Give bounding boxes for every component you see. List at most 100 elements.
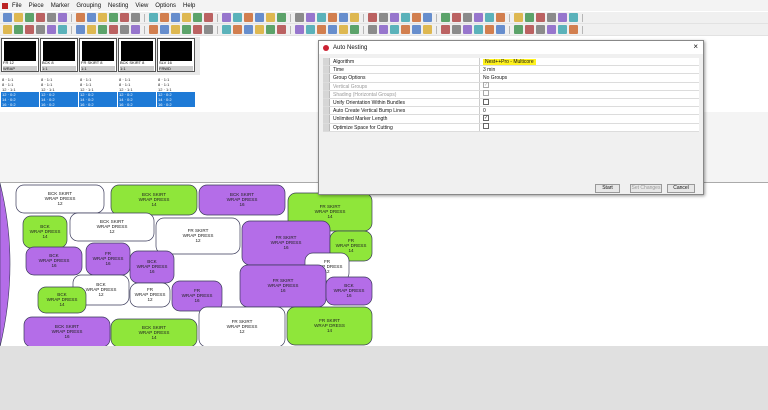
- piece-thumb[interactable]: SLV 16 FRWD: [157, 38, 195, 72]
- toolbar-tool-icon[interactable]: [36, 25, 45, 34]
- toolbar-tool-icon[interactable]: [412, 25, 421, 34]
- toolbar-tool-icon[interactable]: [317, 13, 326, 22]
- option-value[interactable]: 3 min: [480, 66, 699, 73]
- option-value[interactable]: ✓: [480, 114, 699, 122]
- menu-grouping[interactable]: Grouping: [76, 3, 101, 9]
- toolbar-tool-icon[interactable]: [244, 13, 253, 22]
- marker-piece[interactable]: FRWRAP DRESS12: [129, 282, 171, 308]
- toolbar-tool-icon[interactable]: [412, 13, 421, 22]
- toolbar-tool-icon[interactable]: [423, 13, 432, 22]
- toolbar-tool-icon[interactable]: [339, 25, 348, 34]
- toolbar-tool-icon[interactable]: [295, 13, 304, 22]
- toolbar-tool-icon[interactable]: [306, 13, 315, 22]
- toolbar-tool-icon[interactable]: [233, 25, 242, 34]
- checkbox[interactable]: [483, 123, 489, 130]
- toolbar-tool-icon[interactable]: [182, 13, 191, 22]
- menu-marker[interactable]: Marker: [51, 3, 70, 9]
- checkbox[interactable]: ✓: [483, 114, 489, 121]
- menu-nesting[interactable]: Nesting: [108, 3, 128, 9]
- toolbar-tool-icon[interactable]: [277, 25, 286, 34]
- marker-piece[interactable]: FRWRAP DRESS16: [85, 242, 131, 276]
- toolbar-tool-icon[interactable]: [350, 25, 359, 34]
- bundle-row[interactable]: 16 · 0:2: [118, 102, 156, 107]
- algorithm-value[interactable]: Nest++Pro - Multicore: [483, 59, 536, 65]
- toolbar-tool-icon[interactable]: [98, 13, 107, 22]
- option-value[interactable]: [480, 123, 699, 131]
- toolbar-tool-icon[interactable]: [514, 25, 523, 34]
- toolbar-tool-icon[interactable]: [204, 25, 213, 34]
- toolbar-tool-icon[interactable]: [496, 13, 505, 22]
- toolbar-tool-icon[interactable]: [474, 25, 483, 34]
- toolbar-tool-icon[interactable]: [149, 25, 158, 34]
- option-value[interactable]: [480, 98, 699, 106]
- toolbar-tool-icon[interactable]: [255, 25, 264, 34]
- bundle-row[interactable]: 16 · 0:2: [1, 102, 39, 107]
- toolbar-tool-icon[interactable]: [58, 25, 67, 34]
- marker-piece[interactable]: BCK SKIRTWRAP DRESS12: [69, 212, 155, 242]
- toolbar-tool-icon[interactable]: [452, 25, 461, 34]
- toolbar-tool-icon[interactable]: [379, 13, 388, 22]
- toolbar-tool-icon[interactable]: [25, 25, 34, 34]
- toolbar-tool-icon[interactable]: [3, 25, 12, 34]
- toolbar-tool-icon[interactable]: [379, 25, 388, 34]
- marker-piece[interactable]: BCK SKIRTWRAP DRESS14: [110, 184, 198, 216]
- toolbar-tool-icon[interactable]: [569, 13, 578, 22]
- toolbar-tool-icon[interactable]: [171, 13, 180, 22]
- toolbar-tool-icon[interactable]: [485, 13, 494, 22]
- toolbar-tool-icon[interactable]: [266, 13, 275, 22]
- toolbar-tool-icon[interactable]: [47, 25, 56, 34]
- toolbar-tool-icon[interactable]: [87, 13, 96, 22]
- toolbar-tool-icon[interactable]: [536, 25, 545, 34]
- toolbar-tool-icon[interactable]: [204, 13, 213, 22]
- toolbar-tool-icon[interactable]: [463, 13, 472, 22]
- toolbar-tool-icon[interactable]: [474, 13, 483, 22]
- toolbar-tool-icon[interactable]: [98, 25, 107, 34]
- toolbar-tool-icon[interactable]: [131, 13, 140, 22]
- toolbar-tool-icon[interactable]: [58, 13, 67, 22]
- close-button[interactable]: ×: [693, 42, 698, 51]
- toolbar-tool-icon[interactable]: [525, 13, 534, 22]
- toolbar-tool-icon[interactable]: [149, 13, 158, 22]
- toolbar-tool-icon[interactable]: [160, 13, 169, 22]
- toolbar-tool-icon[interactable]: [266, 25, 275, 34]
- menu-options[interactable]: Options: [155, 3, 176, 9]
- marker-piece[interactable]: BCKWRAP DRESS14: [37, 286, 87, 314]
- toolbar-tool-icon[interactable]: [222, 13, 231, 22]
- toolbar-tool-icon[interactable]: [182, 25, 191, 34]
- toolbar-tool-icon[interactable]: [87, 25, 96, 34]
- toolbar-tool-icon[interactable]: [339, 13, 348, 22]
- toolbar-tool-icon[interactable]: [222, 25, 231, 34]
- toolbar-tool-icon[interactable]: [390, 13, 399, 22]
- bundle-row[interactable]: 16 · 0:2: [157, 102, 195, 107]
- piece-thumb[interactable]: FR SKIRT 8 1:1: [79, 38, 117, 72]
- start-button[interactable]: Start: [595, 184, 620, 193]
- marker-piece[interactable]: BCK SKIRTWRAP DRESS16: [198, 184, 286, 216]
- marker-piece[interactable]: BCK SKIRTWRAP DRESS14: [110, 318, 198, 347]
- toolbar-tool-icon[interactable]: [244, 25, 253, 34]
- marker-piece[interactable]: BCKWRAP DRESS16: [129, 250, 175, 284]
- piece-thumb[interactable]: BCK SKIRT 8 1:1: [118, 38, 156, 72]
- toolbar-tool-icon[interactable]: [14, 13, 23, 22]
- menu-help[interactable]: Help: [183, 3, 195, 9]
- marker-piece[interactable]: FR SKIRTWRAP DRESS16: [239, 264, 327, 308]
- toolbar-tool-icon[interactable]: [441, 13, 450, 22]
- piece-thumb[interactable]: FR 12 WRAP: [1, 38, 39, 72]
- option-value[interactable]: 0: [480, 107, 699, 114]
- option-value[interactable]: No Groups: [480, 74, 699, 81]
- marker-piece[interactable]: BCKWRAP DRESS14: [22, 215, 68, 249]
- toolbar-tool-icon[interactable]: [120, 13, 129, 22]
- marker-piece[interactable]: FRWRAP DRESS16: [171, 280, 223, 312]
- menu-piece[interactable]: Piece: [29, 3, 44, 9]
- toolbar-tool-icon[interactable]: [525, 25, 534, 34]
- toolbar-tool-icon[interactable]: [496, 25, 505, 34]
- menu-file[interactable]: File: [12, 3, 22, 9]
- marker-piece[interactable]: FR SKIRTWRAP DRESS12: [198, 306, 286, 347]
- toolbar-tool-icon[interactable]: [277, 13, 286, 22]
- toolbar-tool-icon[interactable]: [120, 25, 129, 34]
- bundle-row[interactable]: 16 · 0:2: [79, 102, 117, 107]
- toolbar-tool-icon[interactable]: [76, 13, 85, 22]
- toolbar-tool-icon[interactable]: [255, 13, 264, 22]
- marker-canvas[interactable]: BCK SKIRT WRAP DRESS 12 BCK SKIRT WRAP DRESS…: [0, 182, 768, 347]
- marker-piece[interactable]: BCKWRAP DRESS16: [325, 276, 373, 306]
- toolbar-tool-icon[interactable]: [514, 13, 523, 22]
